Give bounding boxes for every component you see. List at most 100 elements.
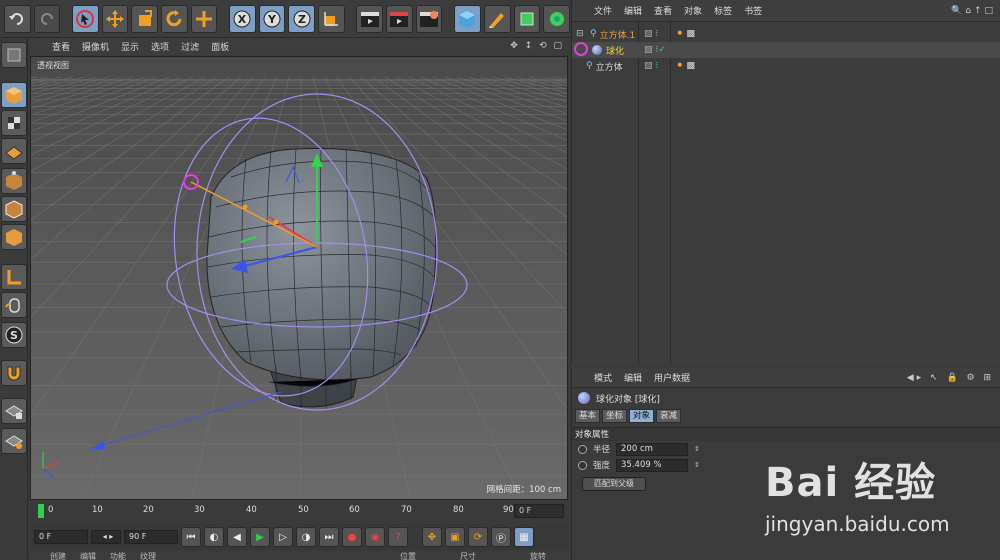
om-menu-edit[interactable]: 编辑 bbox=[624, 4, 642, 17]
visibility-toggle[interactable]: ▨ ⁝✓ bbox=[644, 45, 666, 55]
previous-key-button[interactable]: ◐ bbox=[204, 527, 224, 547]
move-tool-button[interactable] bbox=[101, 4, 129, 33]
collapse-icon[interactable]: ⊟ bbox=[576, 29, 586, 39]
tab-rotation[interactable]: 旋转 bbox=[530, 551, 546, 560]
strength-input[interactable]: 35.409 % bbox=[616, 458, 689, 472]
attr-menu-userdata[interactable]: 用户数据 bbox=[654, 371, 690, 384]
render-settings-button[interactable] bbox=[415, 4, 443, 33]
timeline-frame-field[interactable]: 0 F bbox=[514, 504, 564, 518]
tab-create[interactable]: 创建 bbox=[50, 551, 66, 560]
make-editable-button[interactable] bbox=[1, 42, 27, 68]
tab-size[interactable]: 尺寸 bbox=[460, 551, 476, 560]
undo-button[interactable] bbox=[4, 4, 31, 33]
render-view-button[interactable] bbox=[356, 4, 384, 33]
viewport-menu-view[interactable]: 查看 bbox=[52, 40, 70, 53]
object-row-spherify[interactable]: 球化 ▨ ⁝✓ bbox=[572, 42, 1000, 58]
object-row-cube[interactable]: ⚲ 立方体 ▨ ⁝ ⚫ ▩ bbox=[572, 58, 1000, 74]
object-row-cube-1[interactable]: ⊟ ⚲ 立方体.1 ▨ ⁝ ⚫ ▩ bbox=[572, 26, 1000, 42]
subdivision-button[interactable] bbox=[513, 4, 541, 33]
play-button[interactable]: ▶ bbox=[250, 527, 270, 547]
tweak-mode-button[interactable] bbox=[1, 292, 27, 318]
point-level-button[interactable]: ▦ bbox=[514, 527, 534, 547]
timeline-ruler[interactable]: 0 10 20 30 40 50 60 70 80 90 bbox=[36, 502, 514, 520]
record-button[interactable]: ● bbox=[342, 527, 362, 547]
perspective-viewport[interactable]: 透视视图 网格间距：100 cm bbox=[30, 56, 568, 500]
attr-menu-edit[interactable]: 编辑 bbox=[624, 371, 642, 384]
polygons-mode-button[interactable] bbox=[1, 224, 27, 250]
viewport-menu-filter[interactable]: 过滤 bbox=[181, 40, 199, 53]
x-axis-button[interactable]: X bbox=[229, 4, 256, 33]
om-menu-file[interactable]: 文件 bbox=[594, 4, 612, 17]
viewport-menu-cameras[interactable]: 摄像机 bbox=[82, 40, 109, 53]
tab-texture[interactable]: 纹理 bbox=[140, 551, 156, 560]
viewport-menu-panel[interactable]: 面板 bbox=[211, 40, 229, 53]
timeline[interactable]: 0 10 20 30 40 50 60 70 80 90 0 F bbox=[30, 500, 568, 522]
next-key-button[interactable]: ◑ bbox=[296, 527, 316, 547]
frame-stepper[interactable]: ◂ ▸ bbox=[91, 530, 121, 544]
tab-basic[interactable]: 基本 bbox=[575, 409, 601, 423]
tab-object[interactable]: 对象 bbox=[629, 409, 655, 423]
autokey-button[interactable]: ◉ bbox=[365, 527, 385, 547]
tab-falloff[interactable]: 衰减 bbox=[656, 409, 682, 423]
tab-coord[interactable]: 坐标 bbox=[602, 409, 628, 423]
attr-menu-mode[interactable]: 模式 bbox=[594, 371, 612, 384]
tag-icons[interactable]: ⚫ ▩ bbox=[676, 61, 695, 71]
texture-mode-button[interactable] bbox=[1, 110, 27, 136]
magnet-button[interactable] bbox=[1, 360, 27, 386]
position-key-button[interactable]: ✥ bbox=[422, 527, 442, 547]
y-axis-button[interactable]: Y bbox=[258, 4, 286, 33]
object-name[interactable]: 立方体 bbox=[596, 60, 623, 73]
live-select-button[interactable] bbox=[190, 4, 218, 33]
go-to-start-button[interactable]: ⏮ bbox=[181, 527, 201, 547]
current-frame-field[interactable]: 0 F bbox=[34, 530, 88, 544]
radius-stepper[interactable]: ⇕ bbox=[694, 445, 700, 453]
om-toolbar-icons[interactable]: 🔍⌂↑□ bbox=[951, 6, 996, 16]
strength-animate-radio[interactable] bbox=[578, 460, 587, 470]
visibility-toggle[interactable]: ▨ ⁝ bbox=[644, 29, 658, 39]
model-mode-button[interactable] bbox=[1, 82, 27, 108]
parameter-key-button[interactable]: Ⓟ bbox=[491, 527, 511, 547]
planar-workplane-button[interactable] bbox=[1, 428, 27, 454]
cloner-button[interactable] bbox=[543, 4, 570, 33]
redo-button[interactable] bbox=[33, 4, 61, 33]
next-frame-button[interactable]: ▷ bbox=[273, 527, 293, 547]
scale-tool-button[interactable] bbox=[131, 4, 159, 33]
select-tool-button[interactable] bbox=[72, 4, 99, 33]
radius-animate-radio[interactable] bbox=[578, 444, 587, 454]
strength-stepper[interactable]: ⇕ bbox=[694, 461, 700, 469]
cube-object-button[interactable] bbox=[454, 4, 481, 33]
om-menu-objects[interactable]: 对象 bbox=[684, 4, 702, 17]
match-to-parent-button[interactable]: 匹配到父级 bbox=[582, 477, 646, 491]
radius-input[interactable]: 200 cm bbox=[616, 442, 689, 456]
viewport-navigation-icons[interactable]: ✥ ↕ ⟲ ▢ bbox=[510, 41, 564, 51]
om-menu-bookmarks[interactable]: 书签 bbox=[744, 4, 762, 17]
om-menu-view[interactable]: 查看 bbox=[654, 4, 672, 17]
keyframe-selection-button[interactable]: ? bbox=[388, 527, 408, 547]
lock-workplane-button[interactable] bbox=[1, 398, 27, 424]
playhead[interactable] bbox=[38, 504, 44, 518]
viewport-menu-display[interactable]: 显示 bbox=[121, 40, 139, 53]
z-axis-button[interactable]: Z bbox=[288, 4, 316, 33]
tag-icons[interactable]: ⚫ ▩ bbox=[676, 29, 695, 39]
rotation-key-button[interactable]: ⟳ bbox=[468, 527, 488, 547]
scale-key-button[interactable]: ▣ bbox=[445, 527, 465, 547]
render-picture-viewer-button[interactable] bbox=[386, 4, 413, 33]
om-menu-tags[interactable]: 标签 bbox=[714, 4, 732, 17]
axis-mode-button[interactable] bbox=[1, 264, 27, 290]
visibility-toggle[interactable]: ▨ ⁝ bbox=[644, 61, 658, 71]
attr-toolbar-icons[interactable]: ◀▸ ↖ 🔒 ⚙ ⊞ bbox=[907, 373, 994, 383]
workplane-button[interactable] bbox=[1, 138, 27, 164]
viewport-menu-options[interactable]: 选项 bbox=[151, 40, 169, 53]
points-mode-button[interactable] bbox=[1, 168, 27, 194]
tab-function[interactable]: 功能 bbox=[110, 551, 126, 560]
snap-button[interactable]: S bbox=[1, 322, 27, 348]
pen-tool-button[interactable] bbox=[483, 4, 511, 33]
end-frame-field[interactable]: 90 F bbox=[124, 530, 178, 544]
previous-frame-button[interactable]: ◀ bbox=[227, 527, 247, 547]
tab-position[interactable]: 位置 bbox=[400, 551, 416, 560]
tab-edit[interactable]: 编辑 bbox=[80, 551, 96, 560]
object-name[interactable]: 立方体.1 bbox=[600, 28, 636, 41]
go-to-end-button[interactable]: ⏭ bbox=[319, 527, 339, 547]
rotate-tool-button[interactable] bbox=[161, 4, 188, 33]
object-name[interactable]: 球化 bbox=[606, 44, 624, 57]
